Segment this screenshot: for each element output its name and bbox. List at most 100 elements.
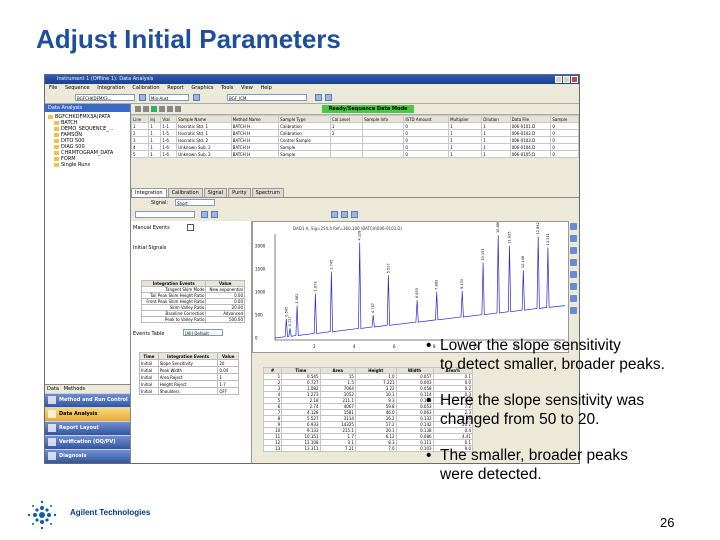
te-cell[interactable]: 1 (217, 373, 239, 381)
seq-cell[interactable]: 1 (130, 122, 150, 130)
table-row[interactable]: Initial Height Reject 1.7 (139, 380, 239, 388)
integration-combo[interactable] (135, 211, 195, 218)
seq-column-header[interactable]: Sample (550, 115, 579, 123)
table-row[interactable]: 3 1 1-6 Isocratic Std. 2 BATCH H Control Samp… (130, 136, 579, 144)
te-cell[interactable]: Initial (139, 359, 159, 367)
seq-cell[interactable]: 1-5 (160, 129, 178, 137)
zoom-in-icon[interactable] (570, 223, 577, 230)
seq-cell[interactable]: 1 (448, 122, 483, 130)
baseline-icon[interactable] (331, 211, 338, 218)
table-row[interactable]: Initial Shoulders OFF (139, 387, 239, 395)
seq-cell[interactable] (362, 129, 405, 137)
seq-cell[interactable]: BATCH H (230, 136, 280, 144)
events-table-combo[interactable]: [All] Default (183, 329, 223, 336)
toolbar-icon[interactable] (167, 106, 173, 112)
te-cell[interactable]: Shoulders (157, 387, 219, 395)
peak-icon[interactable] (341, 211, 348, 218)
save-icon[interactable] (139, 94, 146, 101)
report-icon[interactable] (315, 94, 322, 101)
seq-cell[interactable]: Isocratic Std. 1 (176, 122, 232, 130)
seq-cell[interactable]: 1 (148, 143, 162, 151)
integrate-icon[interactable] (201, 211, 208, 218)
te-cell[interactable]: 0.04 (217, 366, 239, 374)
chromatogram-panel[interactable]: DAD1 A, Sig=254,4 Ref=360,100 (BATCH\006… (252, 221, 569, 353)
ie-value[interactable]: 500.00 (205, 316, 245, 323)
menu-report[interactable]: Report (167, 85, 184, 91)
seq-cell[interactable]: 0 (550, 150, 579, 158)
seq-cell[interactable]: 006-0103.D (509, 136, 552, 144)
seq-cell[interactable] (362, 143, 405, 151)
seq-column-header[interactable]: Line (130, 115, 150, 123)
seq-cell[interactable]: 5 (130, 150, 150, 158)
te-cell[interactable]: 20 (217, 359, 239, 367)
seq-cell[interactable]: 0 (550, 122, 579, 130)
seq-cell[interactable]: 0 (550, 129, 579, 137)
seq-cell[interactable]: 0 (403, 122, 450, 130)
tab-data[interactable]: Data (47, 386, 59, 392)
redo-icon[interactable] (570, 307, 577, 314)
signal-combo[interactable]: Short (175, 199, 215, 206)
seq-cell[interactable]: Sample (278, 143, 331, 151)
seq-cell[interactable]: 1 (448, 136, 483, 144)
nav-report-layout[interactable]: Report Layout (45, 421, 130, 435)
te-cell[interactable]: Height Reject (157, 380, 219, 388)
te-cell[interactable]: Initial (139, 366, 159, 374)
seq-cell[interactable]: 1-1 (160, 122, 178, 130)
nav-data-analysis[interactable]: Data Analysis (45, 407, 130, 421)
minimize-button[interactable] (555, 76, 562, 83)
te-cell[interactable]: OFF (217, 387, 239, 395)
print-icon[interactable] (325, 94, 332, 101)
seq-column-header[interactable]: Cal Level (329, 115, 364, 123)
baseline-tool-icon[interactable] (570, 259, 577, 266)
seq-cell[interactable]: BATCH H (230, 143, 280, 151)
seq-cell[interactable]: 1 (148, 136, 162, 144)
seq-cell[interactable] (329, 150, 364, 158)
seq-cell[interactable]: BATCH H (230, 129, 280, 137)
ie-value[interactable]: New exponential (205, 286, 245, 293)
sequence-combo[interactable]: BGFCHKDFMX3... (75, 94, 135, 101)
toolbar-icon[interactable] (143, 106, 149, 112)
seq-cell[interactable]: Calibration (278, 122, 331, 130)
seq-cell[interactable] (362, 136, 405, 144)
te-cell[interactable]: Peak Width (157, 366, 219, 374)
seq-column-header[interactable]: Sample Type (278, 115, 331, 123)
cursor-icon[interactable] (570, 247, 577, 254)
manual-events-checkbox[interactable] (187, 224, 194, 231)
load-icon[interactable] (193, 94, 200, 101)
seq-cell[interactable]: 1 (481, 129, 511, 137)
table-row[interactable]: 1 1 1-1 Isocratic Std. 1 BATCH H Calibration 1… (130, 122, 579, 130)
te-cell[interactable]: Initial (139, 380, 159, 388)
table-row[interactable]: Initial Area Reject 1 (139, 373, 239, 381)
tree-item[interactable]: Single Runs (48, 162, 130, 168)
maximize-button[interactable] (563, 76, 570, 83)
te-cell[interactable]: Area Reject (157, 373, 219, 381)
menu-calibration[interactable]: Calibration (132, 85, 159, 91)
seq-cell[interactable]: Control Sample (278, 136, 331, 144)
seq-cell[interactable]: 006-0104.D (509, 143, 552, 151)
seq-column-header[interactable]: Sample Info (362, 115, 405, 123)
seq-cell[interactable]: 1 (448, 150, 483, 158)
seq-cell[interactable] (329, 143, 364, 151)
nav-verification[interactable]: Verification (OQ/PV) (45, 435, 130, 449)
seq-cell[interactable] (362, 150, 405, 158)
tab-signal[interactable]: Signal (203, 188, 228, 197)
undo-icon[interactable] (570, 295, 577, 302)
te-cell[interactable]: Initial (139, 387, 159, 395)
nav-method-run-control[interactable]: Method and Run Control (45, 393, 130, 407)
seq-cell[interactable]: 2 (329, 129, 364, 137)
tab-methods[interactable]: Methods (64, 386, 85, 392)
toolbar-icon[interactable] (159, 106, 165, 112)
seq-cell[interactable]: 0 (403, 143, 450, 151)
table-row[interactable]: 2 1 1-5 Isocratic Std. 1 BATCH H Calibration 2… (130, 129, 579, 137)
toolbar-icon[interactable] (151, 106, 157, 112)
te-cell[interactable]: 1.7 (217, 380, 239, 388)
seq-cell[interactable]: 006-0101.D (509, 122, 552, 130)
seq-cell[interactable]: 1-6 (160, 150, 178, 158)
seq-cell[interactable]: 2 (130, 129, 150, 137)
seq-column-header[interactable]: Method Name (230, 115, 280, 123)
seq-cell[interactable]: BATCH H (230, 150, 280, 158)
menu-graphics[interactable]: Graphics (191, 85, 213, 91)
seq-cell[interactable]: 1 (481, 150, 511, 158)
seq-cell[interactable]: Sample (278, 150, 331, 158)
seq-cell[interactable]: 1-6 (160, 143, 178, 151)
